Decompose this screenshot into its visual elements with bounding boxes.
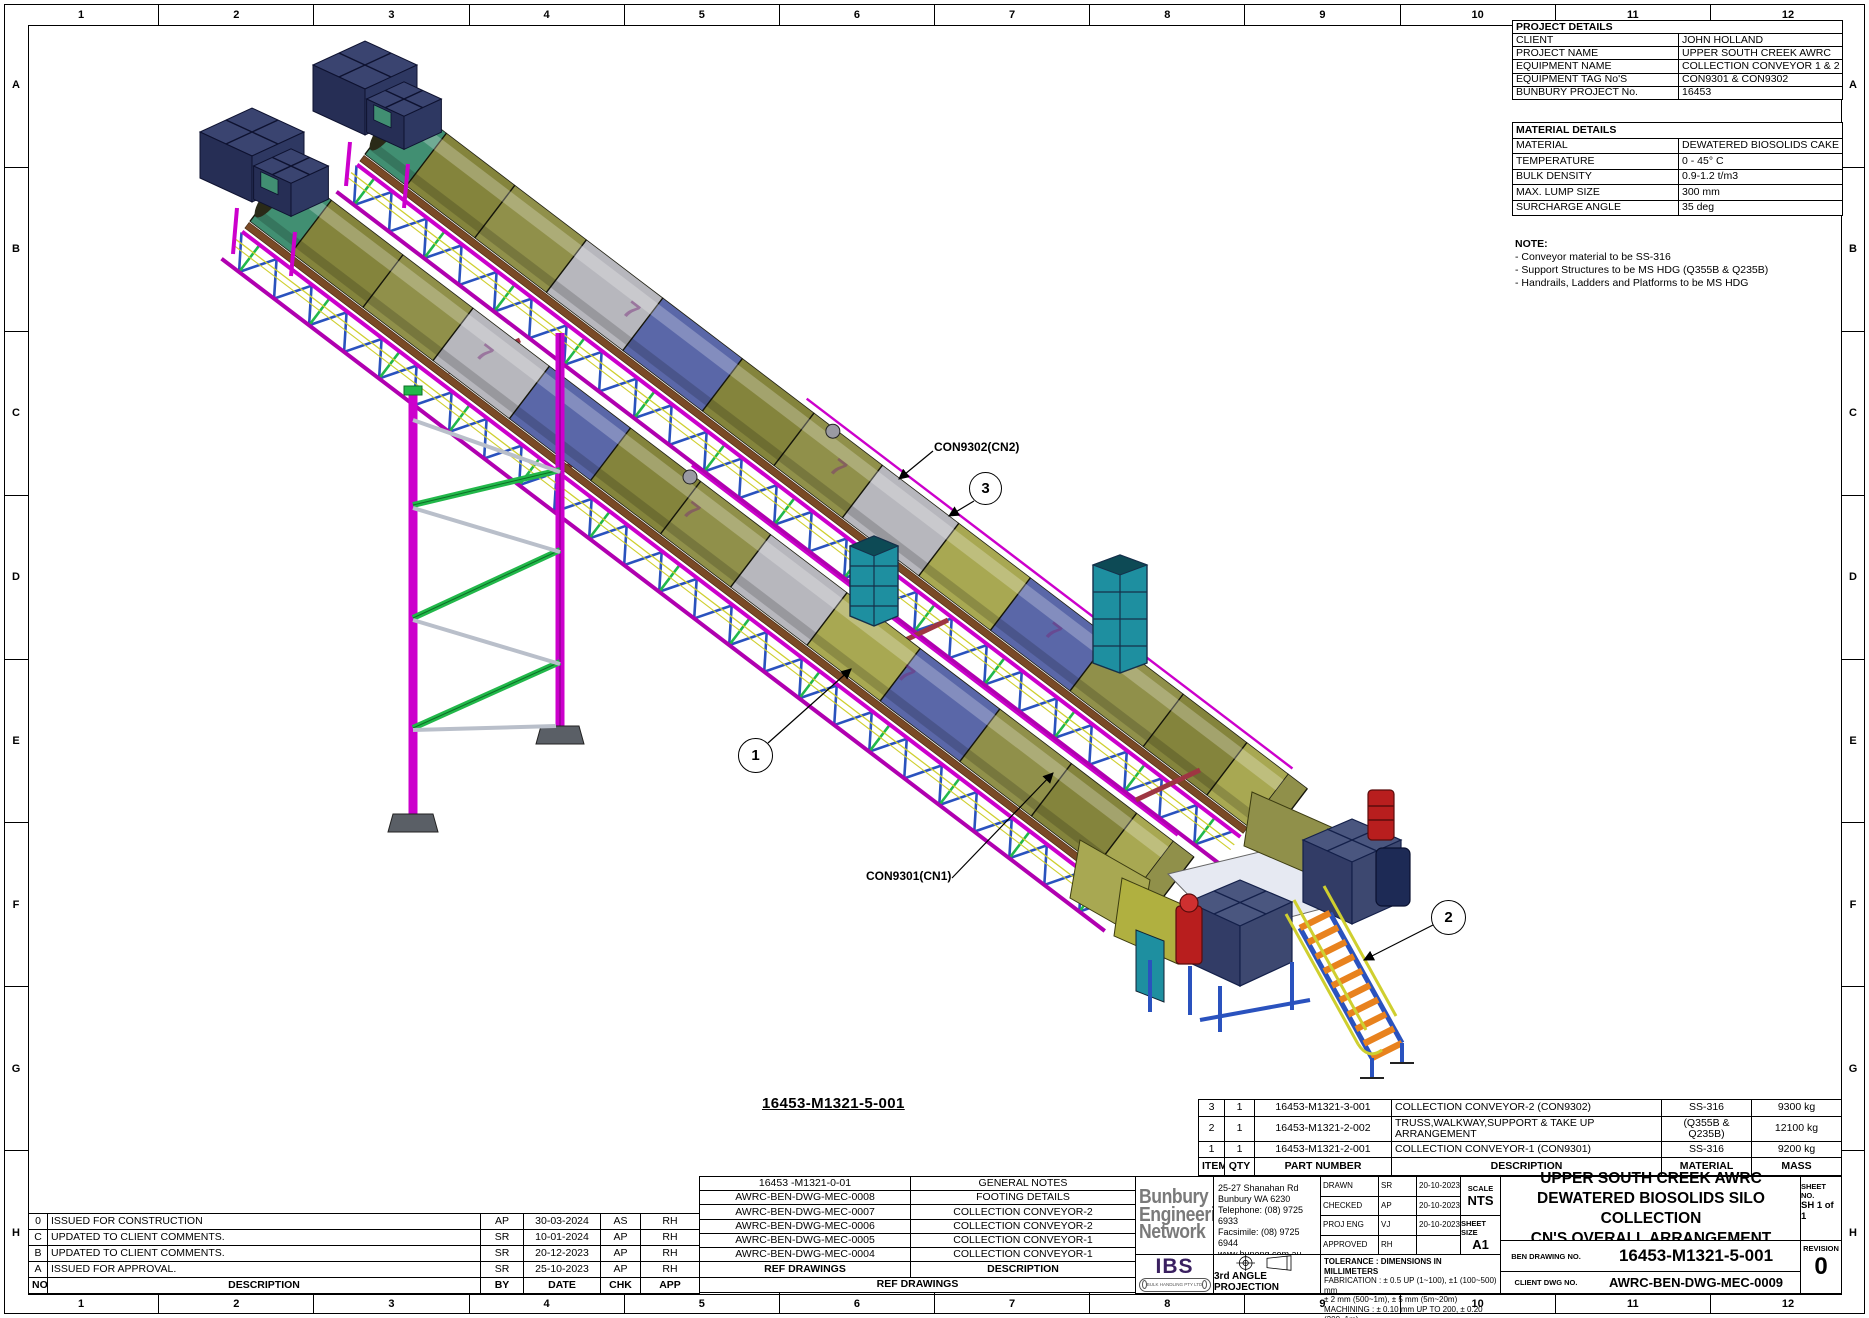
- note-line: - Conveyor material to be SS-316: [1515, 251, 1835, 264]
- balloon-item-2: 2: [1431, 900, 1466, 935]
- project-details-table: PROJECT DETAILS CLIENTJOHN HOLLANDPROJEC…: [1512, 20, 1842, 100]
- table-row: BUPDATED TO CLIENT COMMENTS.SR20-12-2023…: [29, 1246, 700, 1262]
- bom-header-mass: MASS: [1752, 1158, 1842, 1176]
- table-row: DRAWNSR20-10-2023: [1321, 1177, 1462, 1197]
- table-row: CUPDATED TO CLIENT COMMENTS.SR10-01-2024…: [29, 1230, 700, 1246]
- table-row: AWRC-BEN-DWG-MEC-0004COLLECTION CONVEYOR…: [700, 1248, 1136, 1262]
- table-row: 0ISSUED FOR CONSTRUCTIONAP30-03-2024ASRH: [29, 1214, 700, 1230]
- table-row: MAX. LUMP SIZE300 mm: [1513, 185, 1843, 201]
- bom-header-part-number: PART NUMBER: [1255, 1158, 1392, 1176]
- material-details-title: MATERIAL DETAILS: [1513, 123, 1843, 139]
- revision-history-table: 0ISSUED FOR CONSTRUCTIONAP30-03-2024ASRH…: [28, 1213, 699, 1293]
- table-row: AWRC-BEN-DWG-MEC-0008FOOTING DETAILS: [700, 1191, 1136, 1205]
- approvals-table: DRAWNSR20-10-2023CHECKEDAP20-10-2023PROJ…: [1320, 1176, 1461, 1255]
- table-row: BULK DENSITY0.9-1.2 t/m3: [1513, 169, 1843, 185]
- revision-box: REVISION 0: [1800, 1240, 1842, 1294]
- ref-drawings-table: 16453 -M1321-0-01GENERAL NOTESAWRC-BEN-D…: [699, 1176, 1135, 1293]
- ref-drawings-footer: REF DRAWINGS: [700, 1277, 1136, 1292]
- tolerance-block: TOLERANCE : DIMENSIONS IN MILLIMETERS FA…: [1320, 1254, 1501, 1294]
- table-row: EQUIPMENT TAG No'SCON9301 & CON9302: [1513, 73, 1843, 86]
- ibs-logo: IBS BULK HANDLING PTY LTD: [1135, 1254, 1214, 1294]
- table-row: AISSUED FOR APPROVAL.SR25-10-2023APRH: [29, 1262, 700, 1278]
- ben-drawing-number: BEN DRAWING NO. 16453-M1321-5-001: [1500, 1240, 1802, 1272]
- notes-block: NOTE: - Conveyor material to be SS-316 -…: [1515, 238, 1835, 290]
- table-row: 16453 -M1321-0-01GENERAL NOTES: [700, 1177, 1136, 1191]
- table-row: 3116453-M1321-3-001COLLECTION CONVEYOR-2…: [1199, 1100, 1842, 1117]
- table-row: BUNBURY PROJECT No.16453: [1513, 86, 1843, 99]
- project-details-title: PROJECT DETAILS: [1513, 21, 1843, 34]
- company-address: 25-27 Shanahan Rd Bunbury WA 6230 Teleph…: [1213, 1176, 1321, 1255]
- drawing-title: UPPER SOUTH CREEK AWRC DEWATERED BIOSOLI…: [1500, 1176, 1802, 1241]
- table-row: 1116453-M1321-2-001COLLECTION CONVEYOR-1…: [1199, 1141, 1842, 1158]
- bom-header-qty: QTY: [1225, 1158, 1255, 1176]
- table-row: PROJECT NAMEUPPER SOUTH CREEK AWRC: [1513, 47, 1843, 60]
- ref-drawings-header: REF DRAWINGS: [700, 1262, 911, 1277]
- table-row: PROJ ENGVJ20-10-2023: [1321, 1216, 1462, 1236]
- table-row: 2116453-M1321-2-002TRUSS,WALKWAY,SUPPORT…: [1199, 1116, 1842, 1141]
- bom-table: 3116453-M1321-3-001COLLECTION CONVEYOR-2…: [1198, 1099, 1841, 1176]
- table-row: MATERIALDEWATERED BIOSOLIDS CAKE: [1513, 138, 1843, 154]
- bom-header-item: ITEM: [1199, 1158, 1225, 1176]
- sheet-size-box: SHEET SIZE A1: [1460, 1215, 1501, 1255]
- balloon-item-1: 1: [738, 738, 773, 773]
- note-line: - Handrails, Ladders and Platforms to be…: [1515, 277, 1835, 290]
- callout-con9301: CON9301(CN1): [866, 869, 951, 883]
- table-row: EQUIPMENT NAMECOLLECTION CONVEYOR 1 & 2: [1513, 60, 1843, 73]
- table-row: AWRC-BEN-DWG-MEC-0005COLLECTION CONVEYOR…: [700, 1233, 1136, 1247]
- table-row: TEMPERATURE0 - 45° C: [1513, 154, 1843, 170]
- callout-con9302: CON9302(CN2): [934, 440, 1019, 454]
- client-drawing-number: CLIENT DWG NO. AWRC-BEN-DWG-MEC-0009: [1500, 1271, 1802, 1294]
- drawing-sheet: 123456789101112 123456789101112 ABCDEFGH…: [0, 0, 1869, 1318]
- balloon-item-3: 3: [969, 472, 1002, 505]
- table-row: AWRC-BEN-DWG-MEC-0007COLLECTION CONVEYOR…: [700, 1205, 1136, 1219]
- table-row: SURCHARGE ANGLE35 deg: [1513, 200, 1843, 216]
- ref-description-header: DESCRIPTION: [911, 1262, 1136, 1277]
- projection-box: 3rd ANGLE PROJECTION: [1213, 1254, 1321, 1294]
- note-line: - Support Structures to be MS HDG (Q355B…: [1515, 264, 1835, 277]
- view-drawing-number: 16453-M1321-5-001: [762, 1095, 905, 1112]
- material-details-table: MATERIAL DETAILS MATERIALDEWATERED BIOSO…: [1512, 122, 1842, 216]
- notes-title: NOTE:: [1515, 238, 1835, 251]
- sheet-number-box: SHEET NO. SH 1 of 1: [1800, 1176, 1842, 1241]
- table-row: CLIENTJOHN HOLLAND: [1513, 34, 1843, 47]
- table-row: APPROVEDRH: [1321, 1235, 1462, 1255]
- projection-symbol-icon: [1219, 1255, 1315, 1271]
- ibs-roller-icon: BULK HANDLING PTY LTD: [1139, 1278, 1211, 1292]
- scale-box: SCALE NTS: [1460, 1176, 1501, 1216]
- company-logo: Bunbury Engineering Network: [1135, 1176, 1214, 1255]
- table-row: CHECKEDAP20-10-2023: [1321, 1196, 1462, 1216]
- table-row: AWRC-BEN-DWG-MEC-0006COLLECTION CONVEYOR…: [700, 1219, 1136, 1233]
